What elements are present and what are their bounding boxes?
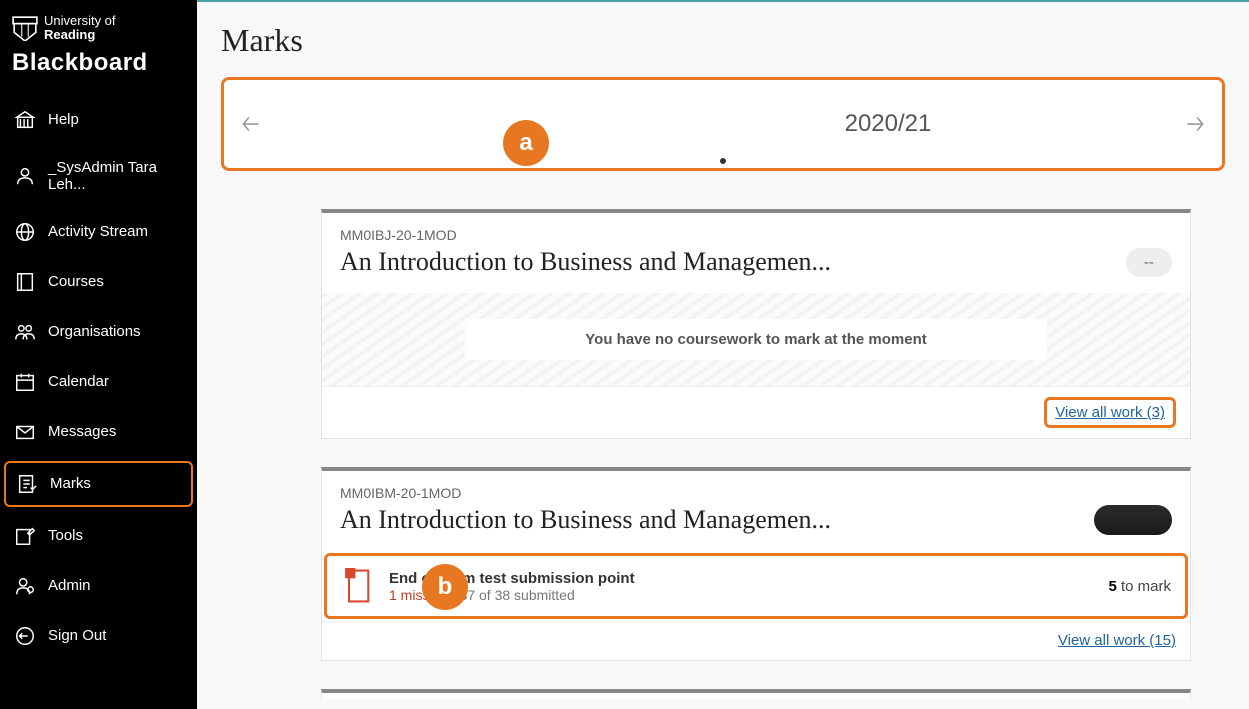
term-label: 2020/21	[515, 110, 932, 138]
nav-label: Organisations	[48, 323, 141, 340]
shield-icon	[12, 15, 38, 41]
arrow-left-icon	[238, 111, 264, 137]
course-header: MM0IBJ-20-1MOD An Introduction to Busine…	[322, 213, 1190, 293]
term-selector: 2020/21	[221, 77, 1225, 171]
nav-marks-wrap: Marks	[0, 457, 197, 511]
term-next-button[interactable]	[1180, 109, 1210, 139]
to-mark-label: to mark	[1117, 578, 1171, 595]
group-icon	[14, 321, 36, 343]
admin-icon	[14, 575, 36, 597]
nav-label: Help	[48, 111, 79, 128]
brand-product: Blackboard	[12, 49, 185, 77]
nav-marks[interactable]: Marks	[4, 461, 193, 507]
page-title: Marks	[221, 22, 1225, 59]
document-icon	[341, 568, 375, 604]
empty-area: You have no coursework to mark at the mo…	[322, 293, 1190, 386]
edit-icon	[14, 525, 36, 547]
course-card-partial	[321, 689, 1191, 699]
assignment-info: End of Term test submission point 1 miss…	[389, 570, 1094, 603]
view-all-link[interactable]: View all work (15)	[1058, 632, 1176, 649]
marks-icon	[16, 473, 38, 495]
nav-label: Activity Stream	[48, 223, 148, 240]
course-list: MM0IBJ-20-1MOD An Introduction to Busine…	[321, 209, 1191, 699]
globe-icon	[14, 221, 36, 243]
grade-pill: --	[1126, 248, 1172, 277]
nav-label: Messages	[48, 423, 116, 440]
nav-label: Tools	[48, 527, 83, 544]
card-footer: View all work (15)	[322, 621, 1190, 660]
term-prev-button[interactable]	[236, 109, 266, 139]
assignment-subtext: 1 missing | 37 of 38 submitted	[389, 587, 1094, 603]
nav-signout[interactable]: Sign Out	[0, 611, 197, 661]
book-icon	[14, 271, 36, 293]
brand-uni-line2: Reading	[44, 28, 116, 42]
nav-label: Courses	[48, 273, 104, 290]
nav-courses[interactable]: Courses	[0, 257, 197, 307]
assignment-title: End of Term test submission point	[389, 570, 1094, 587]
nav-label: Admin	[48, 577, 91, 594]
nav-admin[interactable]: Admin	[0, 561, 197, 611]
institution-icon	[14, 109, 36, 131]
nav-tools[interactable]: Tools	[0, 511, 197, 561]
view-all-link[interactable]: View all work (3)	[1044, 397, 1176, 428]
to-mark-count: 5	[1108, 578, 1116, 595]
nav-activity-stream[interactable]: Activity Stream	[0, 207, 197, 257]
main-content: Marks a 2020/21 c b MM0IBJ-20-1MOD An In…	[197, 0, 1249, 709]
arrow-right-icon	[1182, 111, 1208, 137]
course-header: MM0IBM-20-1MOD An Introduction to Busine…	[322, 471, 1190, 551]
signout-icon	[14, 625, 36, 647]
nav: Help _SysAdmin Tara Leh... Activity Stre…	[0, 95, 197, 661]
assignment-submitted: 37 of 38 submitted	[460, 587, 575, 603]
card-footer: View all work (3)	[322, 386, 1190, 438]
course-code: MM0IBM-20-1MOD	[340, 485, 831, 501]
grade-pill-dark	[1094, 505, 1172, 535]
envelope-icon	[14, 421, 36, 443]
calendar-icon	[14, 371, 36, 393]
brand-block: University of Reading Blackboard	[0, 6, 197, 95]
nav-organisations[interactable]: Organisations	[0, 307, 197, 357]
nav-user[interactable]: _SysAdmin Tara Leh...	[0, 145, 197, 207]
nav-messages[interactable]: Messages	[0, 407, 197, 457]
course-title[interactable]: An Introduction to Business and Manageme…	[340, 505, 831, 535]
brand-university: University of Reading	[12, 14, 185, 43]
user-icon	[14, 165, 36, 187]
nav-help[interactable]: Help	[0, 95, 197, 145]
nav-label: Calendar	[48, 373, 109, 390]
nav-calendar[interactable]: Calendar	[0, 357, 197, 407]
course-title[interactable]: An Introduction to Business and Manageme…	[340, 247, 831, 277]
callout-b: b	[422, 564, 468, 610]
sidebar: University of Reading Blackboard Help	[0, 0, 197, 709]
nav-label: Sign Out	[48, 627, 106, 644]
callout-a: a	[503, 120, 549, 166]
course-card: MM0IBJ-20-1MOD An Introduction to Busine…	[321, 209, 1191, 439]
course-code: MM0IBJ-20-1MOD	[340, 227, 831, 243]
empty-message: You have no coursework to mark at the mo…	[465, 319, 1046, 360]
brand-uni-line1: University of	[44, 14, 116, 28]
nav-label: _SysAdmin Tara Leh...	[48, 159, 183, 193]
to-mark: 5 to mark	[1108, 578, 1171, 595]
nav-label: Marks	[50, 475, 91, 492]
